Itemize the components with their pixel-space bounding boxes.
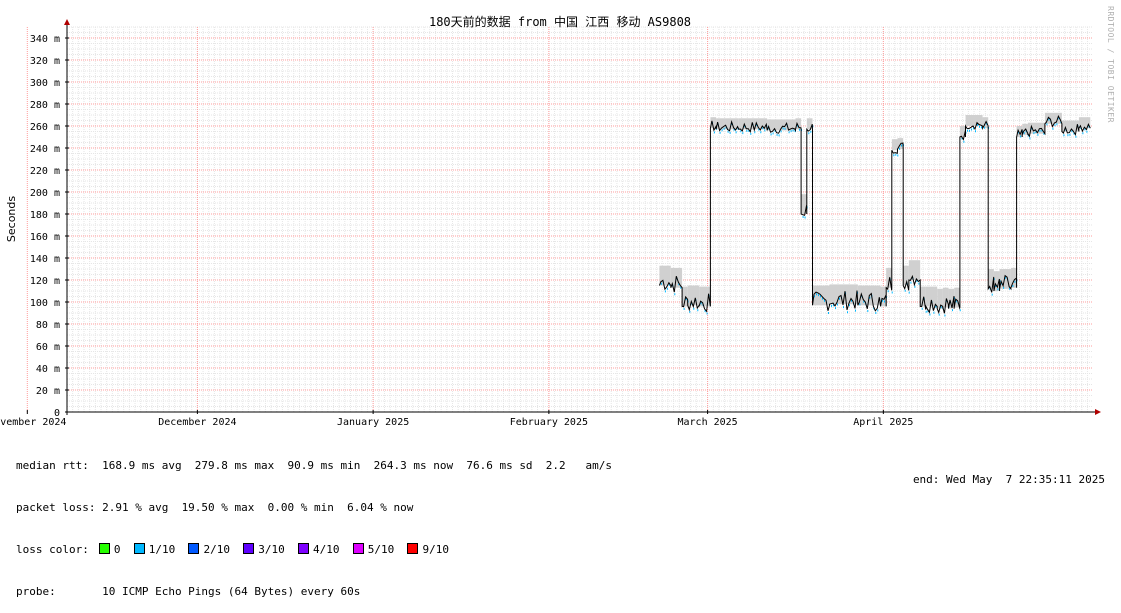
y-tick-label: 320 m: [30, 56, 60, 67]
x-tick-label: January 2025: [337, 417, 409, 428]
rtt-chart: 020 m40 m60 m80 m100 m120 m140 m160 m180…: [0, 14, 1101, 428]
x-tick-labels: November 2024 December 2024 January 2025 Fe…: [0, 410, 913, 428]
loss-color-swatch-label: 2/10: [203, 543, 244, 556]
smoke-band-rect: [687, 285, 700, 306]
rrdtool-watermark: RRDTOOL / TOBI OETIKER: [1106, 6, 1115, 123]
y-tick-label: 340 m: [30, 34, 60, 45]
y-axis-arrow: [64, 19, 70, 25]
loss-color-swatch-label: 4/10: [312, 543, 353, 556]
y-tick-label: 80 m: [36, 320, 60, 331]
x-tick-label: April 2025: [853, 417, 913, 428]
loss-color-swatch: [243, 543, 255, 554]
y-tick-label: 160 m: [30, 232, 60, 243]
loss-color-swatch-label: 9/10: [422, 543, 463, 556]
end-timestamp: end: Wed May 7 22:35:11 2025: [912, 473, 1105, 486]
smoke-band-rect: [908, 260, 921, 280]
y-tick-labels: 020 m40 m60 m80 m100 m120 m140 m160 m180…: [30, 34, 69, 419]
y-tick-label: 140 m: [30, 254, 60, 265]
loss-color-swatch: [297, 543, 309, 554]
loss-color-swatch: [407, 543, 419, 554]
y-tick-label: 220 m: [30, 166, 60, 177]
y-tick-label: 240 m: [30, 144, 60, 155]
loss-color-swatch: [352, 543, 364, 554]
x-axis-arrow: [1095, 409, 1101, 415]
probe-line: probe: 10 ICMP Echo Pings (64 Bytes) eve…: [16, 585, 361, 598]
y-tick-label: 300 m: [30, 78, 60, 89]
y-tick-label: 100 m: [30, 298, 60, 309]
loss-color-swatch-label: 3/10: [258, 543, 298, 556]
loss-color-swatch: [133, 543, 145, 554]
loss-color-swatch: [98, 543, 110, 554]
loss-color-swatch-label: 1/10: [148, 543, 189, 556]
y-tick-label: 60 m: [36, 342, 60, 353]
y-tick-label: 180 m: [30, 210, 60, 221]
median-rtt-line: [658, 114, 1091, 314]
x-tick-label: March 2025: [677, 417, 737, 428]
chart-grid: [26, 26, 1093, 413]
median-rtt-line: median rtt: 168.9 ms avg 279.8 ms max 90…: [16, 459, 613, 472]
legend: median rtt: 168.9 ms avg 279.8 ms max 90…: [16, 431, 612, 613]
y-tick-label: 280 m: [30, 100, 60, 111]
loss-color-label: loss color:: [16, 543, 89, 556]
smoke-band-rect: [716, 118, 739, 130]
smoke-band-rect: [925, 286, 938, 307]
y-tick-label: 200 m: [30, 188, 60, 199]
y-tick-label: 120 m: [30, 276, 60, 287]
smoke-band-rect: [682, 286, 688, 307]
x-tick-label: December 2024: [158, 417, 236, 428]
loss-color-swatches: 0 1/10 2/10 3/10 4/10 5/10 9/10: [98, 543, 463, 556]
chart-title: 180天前的数据 from 中国 江西 移动 AS9808: [429, 14, 691, 29]
smoke-band-rect: [801, 194, 807, 214]
loss-color-swatch-label: 5/10: [367, 543, 408, 556]
loss-color-swatch-label: 0: [113, 543, 134, 556]
smoke-band-rect: [806, 118, 813, 130]
y-tick-label: 20 m: [36, 386, 60, 397]
y-axis-label: Seconds: [5, 196, 18, 242]
x-tick-label: November 2024: [0, 417, 66, 428]
loss-color-swatch: [188, 543, 200, 554]
y-tick-label: 40 m: [36, 364, 60, 375]
y-tick-label: 260 m: [30, 122, 60, 133]
smoke-band-rect: [891, 139, 898, 151]
x-tick-label: February 2025: [510, 417, 588, 428]
packet-loss-line: packet loss: 2.91 % avg 19.50 % max 0.00…: [16, 501, 414, 514]
loss-color-line: loss color: 0 1/10 2/10 3/10 4/10 5/10 9/…: [16, 543, 612, 557]
